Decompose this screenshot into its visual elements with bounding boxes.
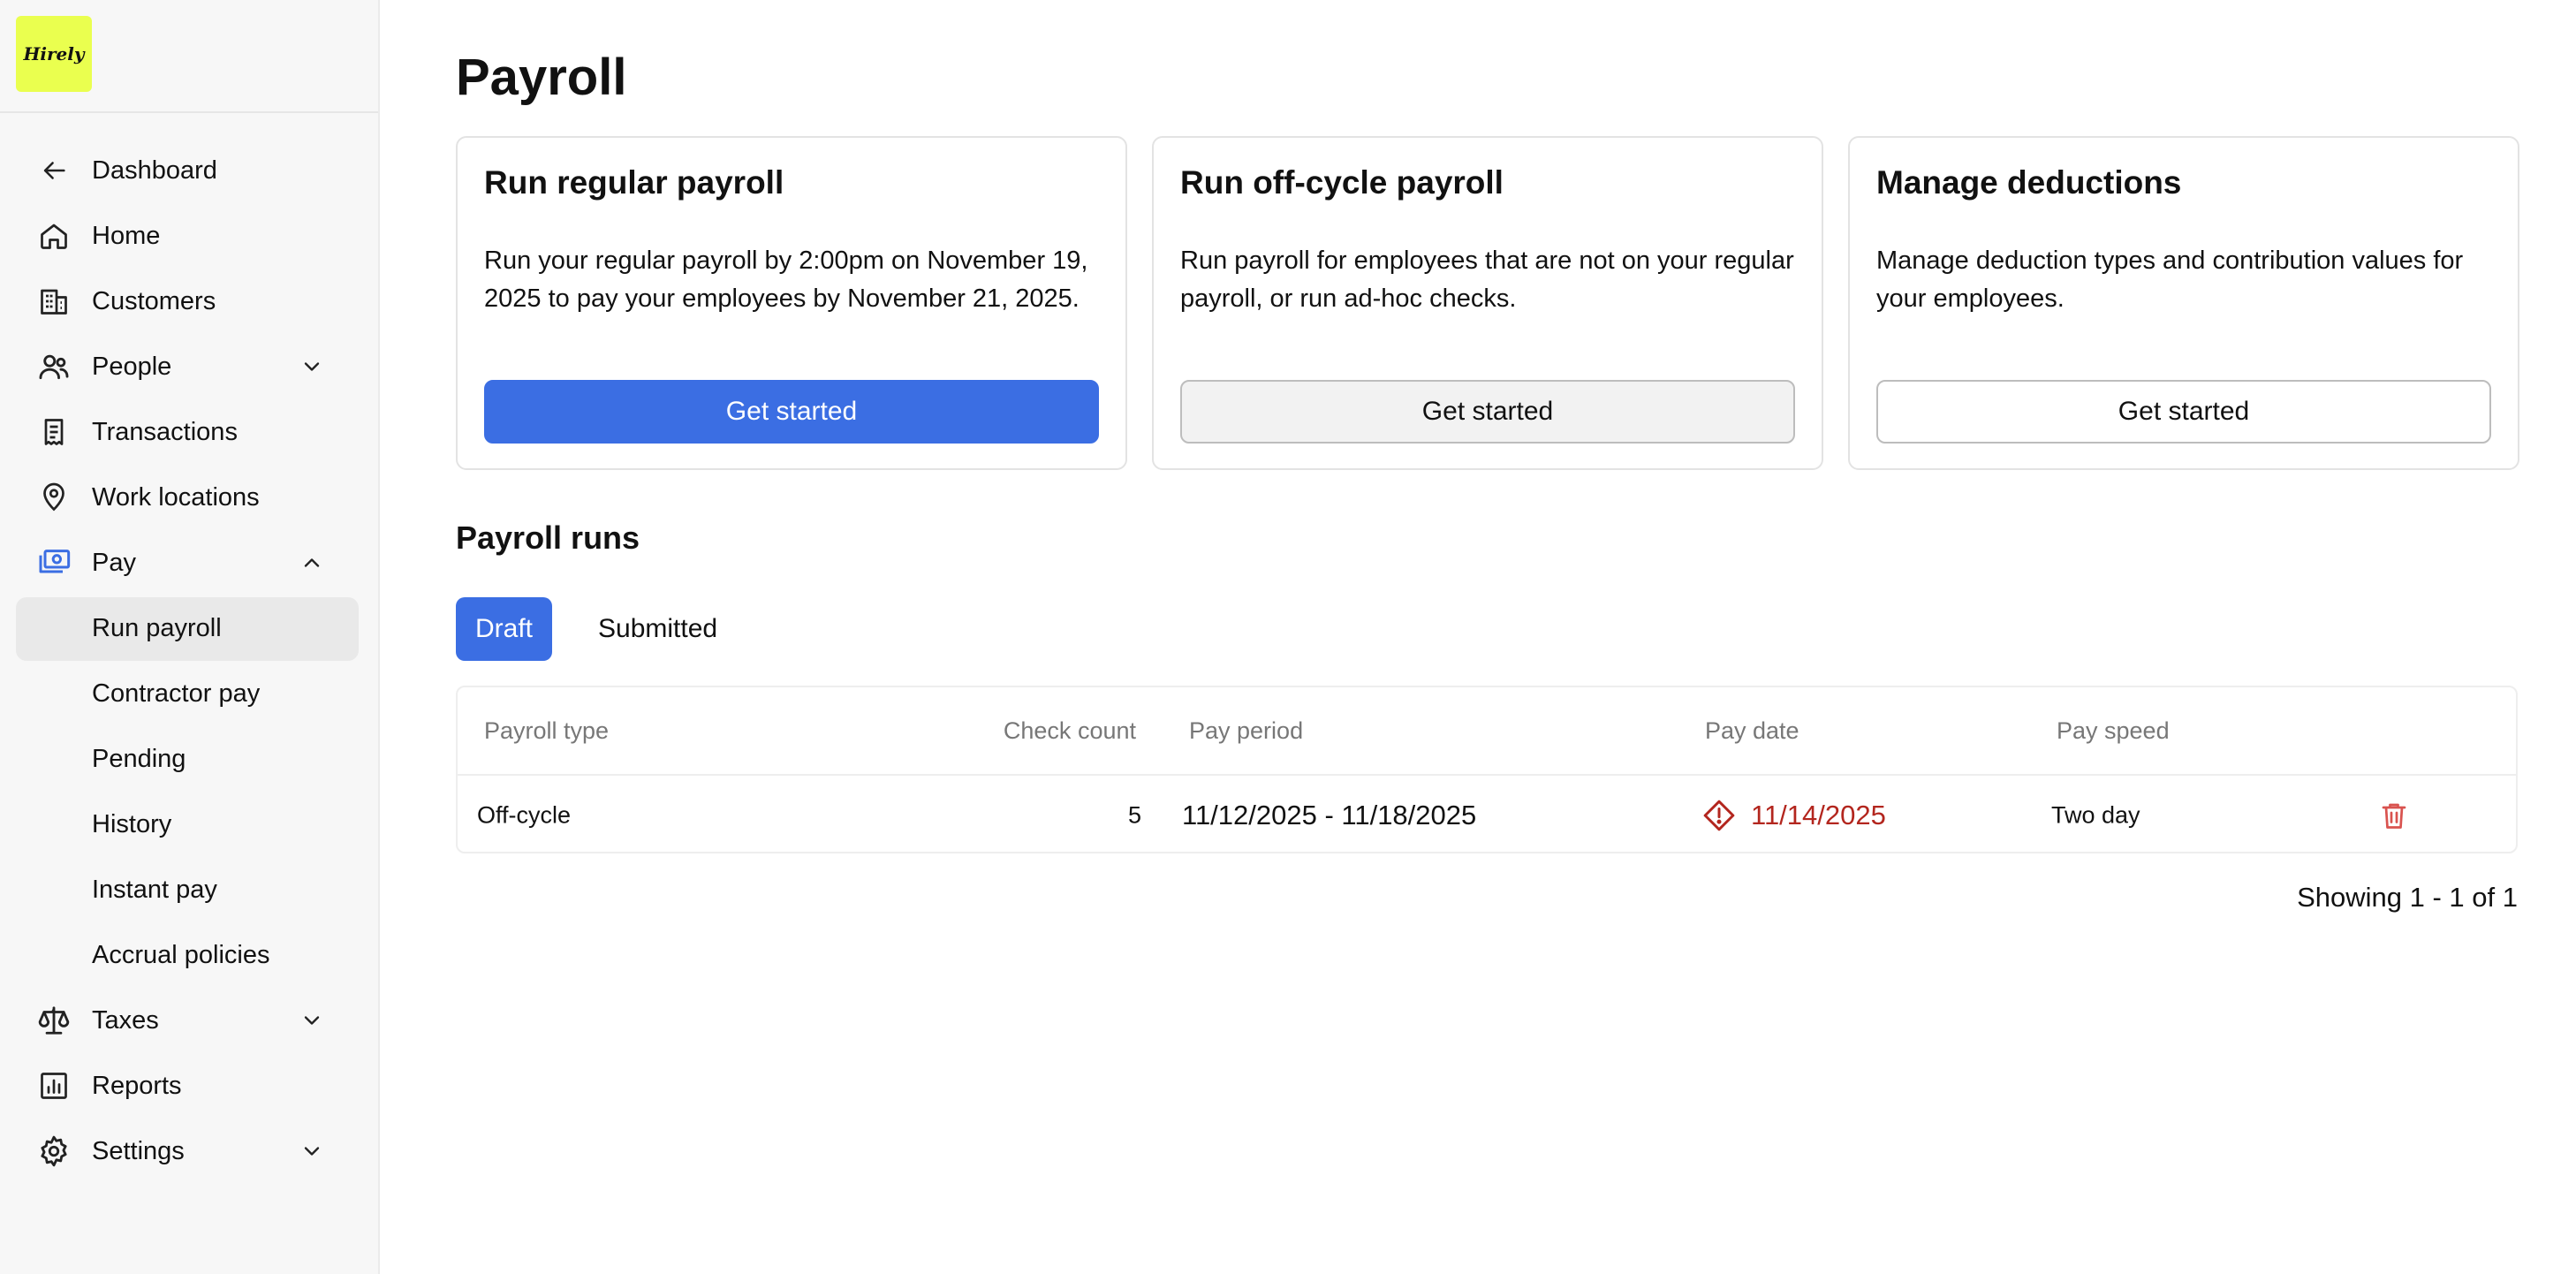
- card-run-off-cycle-payroll: Run off-cycle payroll Run payroll for em…: [1152, 136, 1823, 470]
- payroll-runs-table: Payroll type Check count Pay period Pay …: [456, 686, 2518, 853]
- card-manage-deductions: Manage deductions Manage deduction types…: [1848, 136, 2519, 470]
- home-icon: [35, 217, 72, 254]
- pay-date-value: 11/14/2025: [1751, 800, 1886, 830]
- sidebar-subitem-label: Instant pay: [92, 875, 217, 904]
- sidebar-subitem-accrual-policies[interactable]: Accrual policies: [0, 922, 380, 988]
- gear-icon: [35, 1133, 72, 1170]
- column-header-pay-period: Pay period: [1189, 717, 1304, 744]
- sidebar-subitem-contractor-pay[interactable]: Contractor pay: [0, 661, 380, 726]
- sidebar-item-customers[interactable]: Customers: [0, 269, 380, 334]
- sidebar-item-reports[interactable]: Reports: [0, 1053, 380, 1119]
- trash-icon[interactable]: [2378, 800, 2410, 831]
- sidebar-subitem-label: Pending: [92, 744, 186, 773]
- card-description: Run your regular payroll by 2:00pm on No…: [484, 246, 1088, 313]
- sidebar-subitem-history[interactable]: History: [0, 792, 380, 857]
- sidebar-item-label: Transactions: [92, 417, 238, 446]
- sidebar-subitem-label: Run payroll: [92, 613, 222, 642]
- building-icon: [35, 283, 72, 320]
- sidebar-item-label: Pay: [92, 548, 136, 577]
- sidebar-subitem-label: Accrual policies: [92, 940, 270, 969]
- tab-submitted[interactable]: Submitted: [579, 597, 737, 661]
- chevron-down-icon[interactable]: [297, 352, 327, 382]
- sidebar-nav: Dashboard Home Customers People Transact…: [0, 138, 380, 1184]
- payroll-runs-title: Payroll runs: [456, 519, 640, 556]
- sidebar-item-label: Home: [92, 221, 161, 250]
- page-title: Payroll: [456, 49, 627, 106]
- cell-pay-speed: Two day: [2051, 801, 2140, 829]
- card-title: Run regular payroll: [484, 164, 784, 201]
- sidebar-item-taxes[interactable]: Taxes: [0, 988, 380, 1053]
- pagination-summary: Showing 1 - 1 of 1: [2297, 882, 2518, 913]
- table-header: Payroll type Check count Pay period Pay …: [458, 687, 2516, 776]
- table-row[interactable]: Off-cycle 5 11/12/2025 - 11/18/2025 11/1…: [458, 776, 2516, 855]
- sidebar-item-label: Settings: [92, 1136, 185, 1165]
- sidebar-item-label: Customers: [92, 286, 216, 315]
- card-description: Manage deduction types and contribution …: [1876, 246, 2464, 313]
- sidebar-item-settings[interactable]: Settings: [0, 1119, 380, 1184]
- sidebar-subitem-label: Contractor pay: [92, 679, 261, 708]
- arrow-left-icon: [35, 152, 72, 189]
- sidebar-item-work-locations[interactable]: Work locations: [0, 465, 380, 530]
- sidebar-item-label: Taxes: [92, 1005, 159, 1035]
- warning-icon: [1703, 800, 1735, 831]
- cell-pay-period: 11/12/2025 - 11/18/2025: [1182, 800, 1477, 830]
- hirely-logo[interactable]: Hirely: [16, 16, 92, 92]
- sidebar: Hirely Dashboard Home Customers People T…: [0, 0, 380, 1274]
- sidebar-subitem-instant-pay[interactable]: Instant pay: [0, 857, 380, 922]
- card-title: Manage deductions: [1876, 164, 2182, 201]
- tab-draft[interactable]: Draft: [456, 597, 553, 661]
- sidebar-item-label: Work locations: [92, 482, 260, 512]
- cell-payroll-type: Off-cycle: [477, 801, 572, 829]
- receipt-icon: [35, 413, 72, 451]
- sidebar-item-label: Reports: [92, 1071, 182, 1100]
- main-content: Payroll Run regular payroll Run your reg…: [380, 0, 2576, 1274]
- sidebar-item-label: Dashboard: [92, 155, 217, 185]
- sidebar-item-home[interactable]: Home: [0, 203, 380, 269]
- run-regular-payroll-button[interactable]: Get started: [484, 380, 1099, 444]
- map-pin-icon: [35, 479, 72, 516]
- column-header-check-count: Check count: [1003, 717, 1136, 744]
- sidebar-item-pay[interactable]: Pay: [0, 530, 380, 595]
- sidebar-subitem-pending[interactable]: Pending: [0, 726, 380, 792]
- sidebar-item-people[interactable]: People: [0, 334, 380, 399]
- cell-pay-date: 11/14/2025: [1701, 798, 1886, 833]
- card-title: Run off-cycle payroll: [1180, 164, 1504, 201]
- card-description: Run payroll for employees that are not o…: [1180, 246, 1794, 313]
- chart-icon: [35, 1067, 72, 1104]
- cell-check-count: 5: [1127, 801, 1141, 829]
- run-off-cycle-payroll-button[interactable]: Get started: [1180, 380, 1795, 444]
- card-run-regular-payroll: Run regular payroll Run your regular pay…: [456, 136, 1127, 470]
- sidebar-subitem-label: History: [92, 809, 172, 838]
- chevron-down-icon[interactable]: [297, 1005, 327, 1035]
- manage-deductions-button[interactable]: Get started: [1876, 380, 2491, 444]
- chevron-up-icon[interactable]: [297, 548, 327, 578]
- money-icon: [35, 544, 72, 581]
- payroll-runs-tabs: Draft Submitted: [456, 597, 737, 661]
- sidebar-subitem-run-payroll[interactable]: Run payroll: [0, 595, 380, 661]
- people-icon: [35, 348, 72, 385]
- sidebar-item-transactions[interactable]: Transactions: [0, 399, 380, 465]
- column-header-pay-speed: Pay speed: [2057, 717, 2170, 744]
- logo-area: Hirely: [0, 0, 378, 113]
- chevron-down-icon[interactable]: [297, 1136, 327, 1166]
- scale-icon: [35, 1002, 72, 1039]
- column-header-payroll-type: Payroll type: [484, 717, 610, 744]
- sidebar-item-dashboard[interactable]: Dashboard: [0, 138, 380, 203]
- sidebar-item-label: People: [92, 352, 172, 381]
- column-header-pay-date: Pay date: [1705, 717, 1799, 744]
